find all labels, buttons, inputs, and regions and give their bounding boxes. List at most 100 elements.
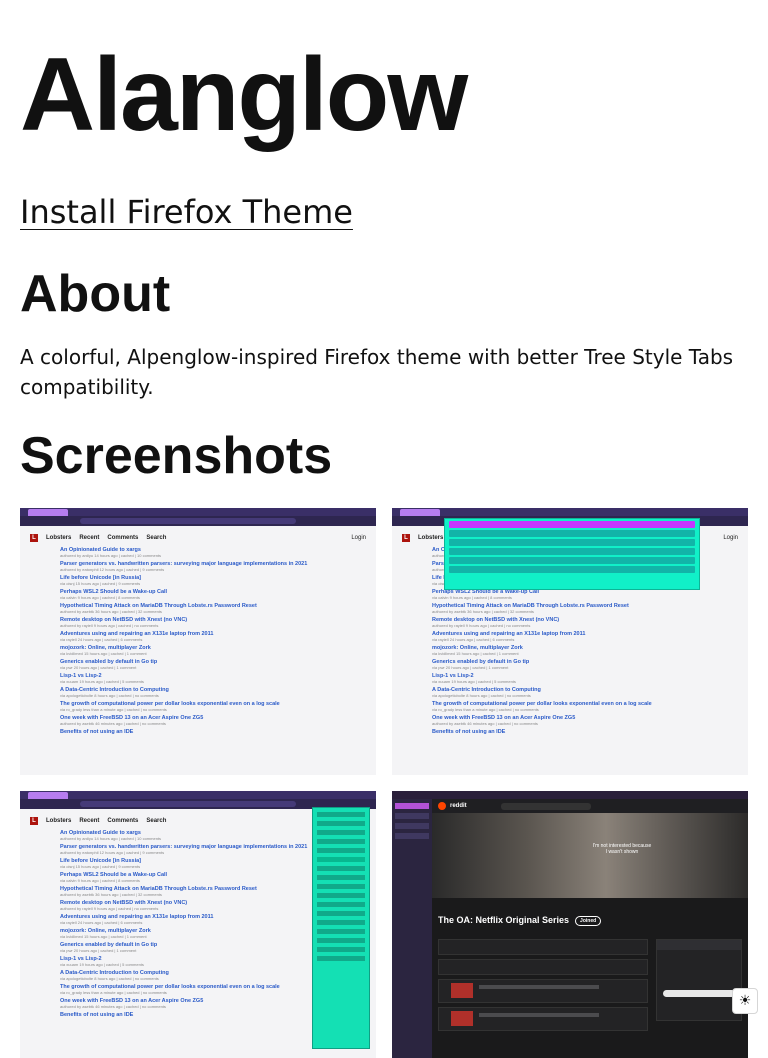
story-item: An Opinionated Guide to xargsauthored by… xyxy=(60,547,366,558)
browser-tab-strip xyxy=(392,791,748,799)
active-tab xyxy=(28,792,68,799)
lobsters-login: Login xyxy=(351,535,366,541)
story-item: Benefits of not using an IDE xyxy=(432,729,738,735)
sun-icon[interactable]: ☀ xyxy=(732,988,758,1014)
story-meta: authored by asebtk 36 hours ago | cached… xyxy=(432,609,534,614)
post-title-line xyxy=(479,985,599,989)
story-meta: via xuuam 19 hours ago | cached | 5 comm… xyxy=(60,679,144,684)
story-meta: via calvin 9 hours ago | cached | 8 comm… xyxy=(60,595,140,600)
story-meta: via ro_grady less than a minute ago | ca… xyxy=(60,707,167,712)
menu-item xyxy=(317,821,365,826)
menu-item xyxy=(317,848,365,853)
story-meta: authored by asebtk 46 minutes ago | cach… xyxy=(432,721,538,726)
lobsters-header: L Lobsters Recent Comments Search Login xyxy=(30,532,366,544)
about-community-card xyxy=(656,939,742,1021)
lobsters-logo-icon: L xyxy=(30,534,38,542)
story-item: A Data-Centric Introduction to Computing… xyxy=(432,687,738,698)
story-meta: authored by rayiell 9 hours ago | cached… xyxy=(60,623,159,628)
reddit-post xyxy=(438,979,648,1003)
menu-item xyxy=(317,839,365,844)
menu-item xyxy=(317,902,365,907)
story-item: Life before Unicode [in Russia]via oisnj… xyxy=(60,575,366,586)
tab-row xyxy=(449,557,695,564)
story-item: Hypothetical Timing Attack on MariaDB Th… xyxy=(432,603,738,614)
tab-row xyxy=(449,548,695,555)
sort-bar xyxy=(438,959,648,975)
tab-list-popup xyxy=(444,518,700,590)
about-text: A colorful, Alpenglow-inspired Firefox t… xyxy=(20,345,734,399)
tab-row xyxy=(449,539,695,546)
lobsters-nav-item: Comments xyxy=(107,818,139,824)
sidebar-tab xyxy=(395,823,429,829)
install-theme-link[interactable]: Install Firefox Theme xyxy=(20,192,353,232)
lobsters-login: Login xyxy=(723,535,738,541)
menu-item xyxy=(317,911,365,916)
story-item: Remote desktop on NetBSD with Xnest (no … xyxy=(60,617,366,628)
browser-tab-strip xyxy=(20,791,376,799)
story-item: One week with FreeBSD 13 on an Acer Aspi… xyxy=(60,715,366,726)
lobsters-nav-item: Comments xyxy=(107,535,139,541)
story-meta: via apologeticbolte 8 hours ago | cached… xyxy=(60,693,159,698)
screenshot-4[interactable]: reddit I'm not interested because I wasn… xyxy=(392,791,748,1058)
screenshot-3[interactable]: LLobstersRecentCommentsSearchLoginAn Opi… xyxy=(20,791,376,1058)
url-bar xyxy=(80,518,296,524)
lobsters-nav-item: Search xyxy=(146,535,167,541)
subreddit-name: The OA: Netflix Original Series xyxy=(438,915,570,925)
story-item: Adventures using and repairing an X131e … xyxy=(432,631,738,642)
story-item: Perhaps WSL2 Should be a Wake-up Call via… xyxy=(60,589,366,600)
story-meta: authored by eatonphil 12 hours ago | cac… xyxy=(60,567,165,572)
menu-item xyxy=(317,947,365,952)
story-item: Hypothetical Timing Attack on MariaDB Th… xyxy=(60,603,366,614)
lobsters-brand: Lobsters xyxy=(46,818,72,824)
lobsters-brand: Lobsters xyxy=(418,535,444,541)
story-meta: authored by rayiell 9 hours ago | cached… xyxy=(432,623,531,628)
menu-item xyxy=(317,875,365,880)
story-meta: via pwr 20 hours ago | cached | 1 commen… xyxy=(60,665,137,670)
menu-item xyxy=(317,884,365,889)
browser-toolbar xyxy=(20,516,376,526)
browser-menu-panel xyxy=(312,807,370,1049)
story-title: Benefits of not using an IDE xyxy=(432,729,506,735)
story-item: Perhaps WSL2 Should be a Wake-up Call via… xyxy=(432,589,738,600)
story-item: Generics enabled by default in Go tip via… xyxy=(60,659,366,670)
story-meta: via oisnj 15 hours ago | cached | 9 comm… xyxy=(60,581,141,586)
create-post-button xyxy=(663,990,735,997)
about-heading: About xyxy=(20,265,171,323)
story-item: Lisp-1 vs Lisp-2 via xuuam 19 hours ago |… xyxy=(60,673,366,684)
story-meta: via kvidlimed 15 hours ago | cached | 1 … xyxy=(60,651,147,656)
menu-item xyxy=(317,812,365,817)
screenshot-2[interactable]: LLobstersRecentCommentsSearchLoginAn Opi… xyxy=(392,508,748,775)
lobsters-nav-item: Recent xyxy=(79,535,100,541)
reddit-post xyxy=(438,1007,648,1031)
menu-item xyxy=(317,866,365,871)
post-title-line xyxy=(479,1013,599,1017)
about-community-header xyxy=(657,940,741,950)
lobsters-logo-icon: L xyxy=(402,534,410,542)
menu-item xyxy=(317,830,365,835)
screenshot-1[interactable]: L Lobsters Recent Comments Search Login An Opi… xyxy=(20,508,376,775)
active-tab xyxy=(400,509,440,516)
site-title: Alanglow xyxy=(20,37,468,153)
subreddit-banner: I'm not interested because I wasn't show… xyxy=(432,813,748,898)
lobsters-page: L Lobsters Recent Comments Search Login An Opi… xyxy=(20,526,376,735)
story-meta: authored by asebtk 46 minutes ago | cach… xyxy=(60,721,166,726)
story-meta: via xuuam 19 hours ago | cached | 5 comm… xyxy=(432,679,516,684)
reddit-logo-icon xyxy=(438,802,446,810)
story-meta: via pwr 20 hours ago | cached | 1 commen… xyxy=(432,665,509,670)
story-item: Lisp-1 vs Lisp-2 via xuuam 19 hours ago |… xyxy=(432,673,738,684)
menu-item xyxy=(317,893,365,898)
screenshots-heading: Screenshots xyxy=(20,427,333,485)
menu-item xyxy=(317,938,365,943)
tab-row xyxy=(449,566,695,573)
page: Alanglow Install Firefox Theme About A c… xyxy=(0,0,768,486)
menu-item xyxy=(317,920,365,925)
story-item: The growth of computational power per do… xyxy=(60,701,366,712)
screenshots-grid: L Lobsters Recent Comments Search Login An Opi… xyxy=(20,508,748,1058)
tab-row-active xyxy=(449,521,695,528)
sidebar-tab xyxy=(395,833,429,839)
story-meta: via apologeticbolte 8 hours ago | cached… xyxy=(432,693,531,698)
sidebar-tab-active xyxy=(395,803,429,809)
story-meta: via kvidlimed 15 hours ago | cached | 1 … xyxy=(432,651,519,656)
story-item: Generics enabled by default in Go tip via… xyxy=(432,659,738,670)
url-bar xyxy=(80,801,296,807)
